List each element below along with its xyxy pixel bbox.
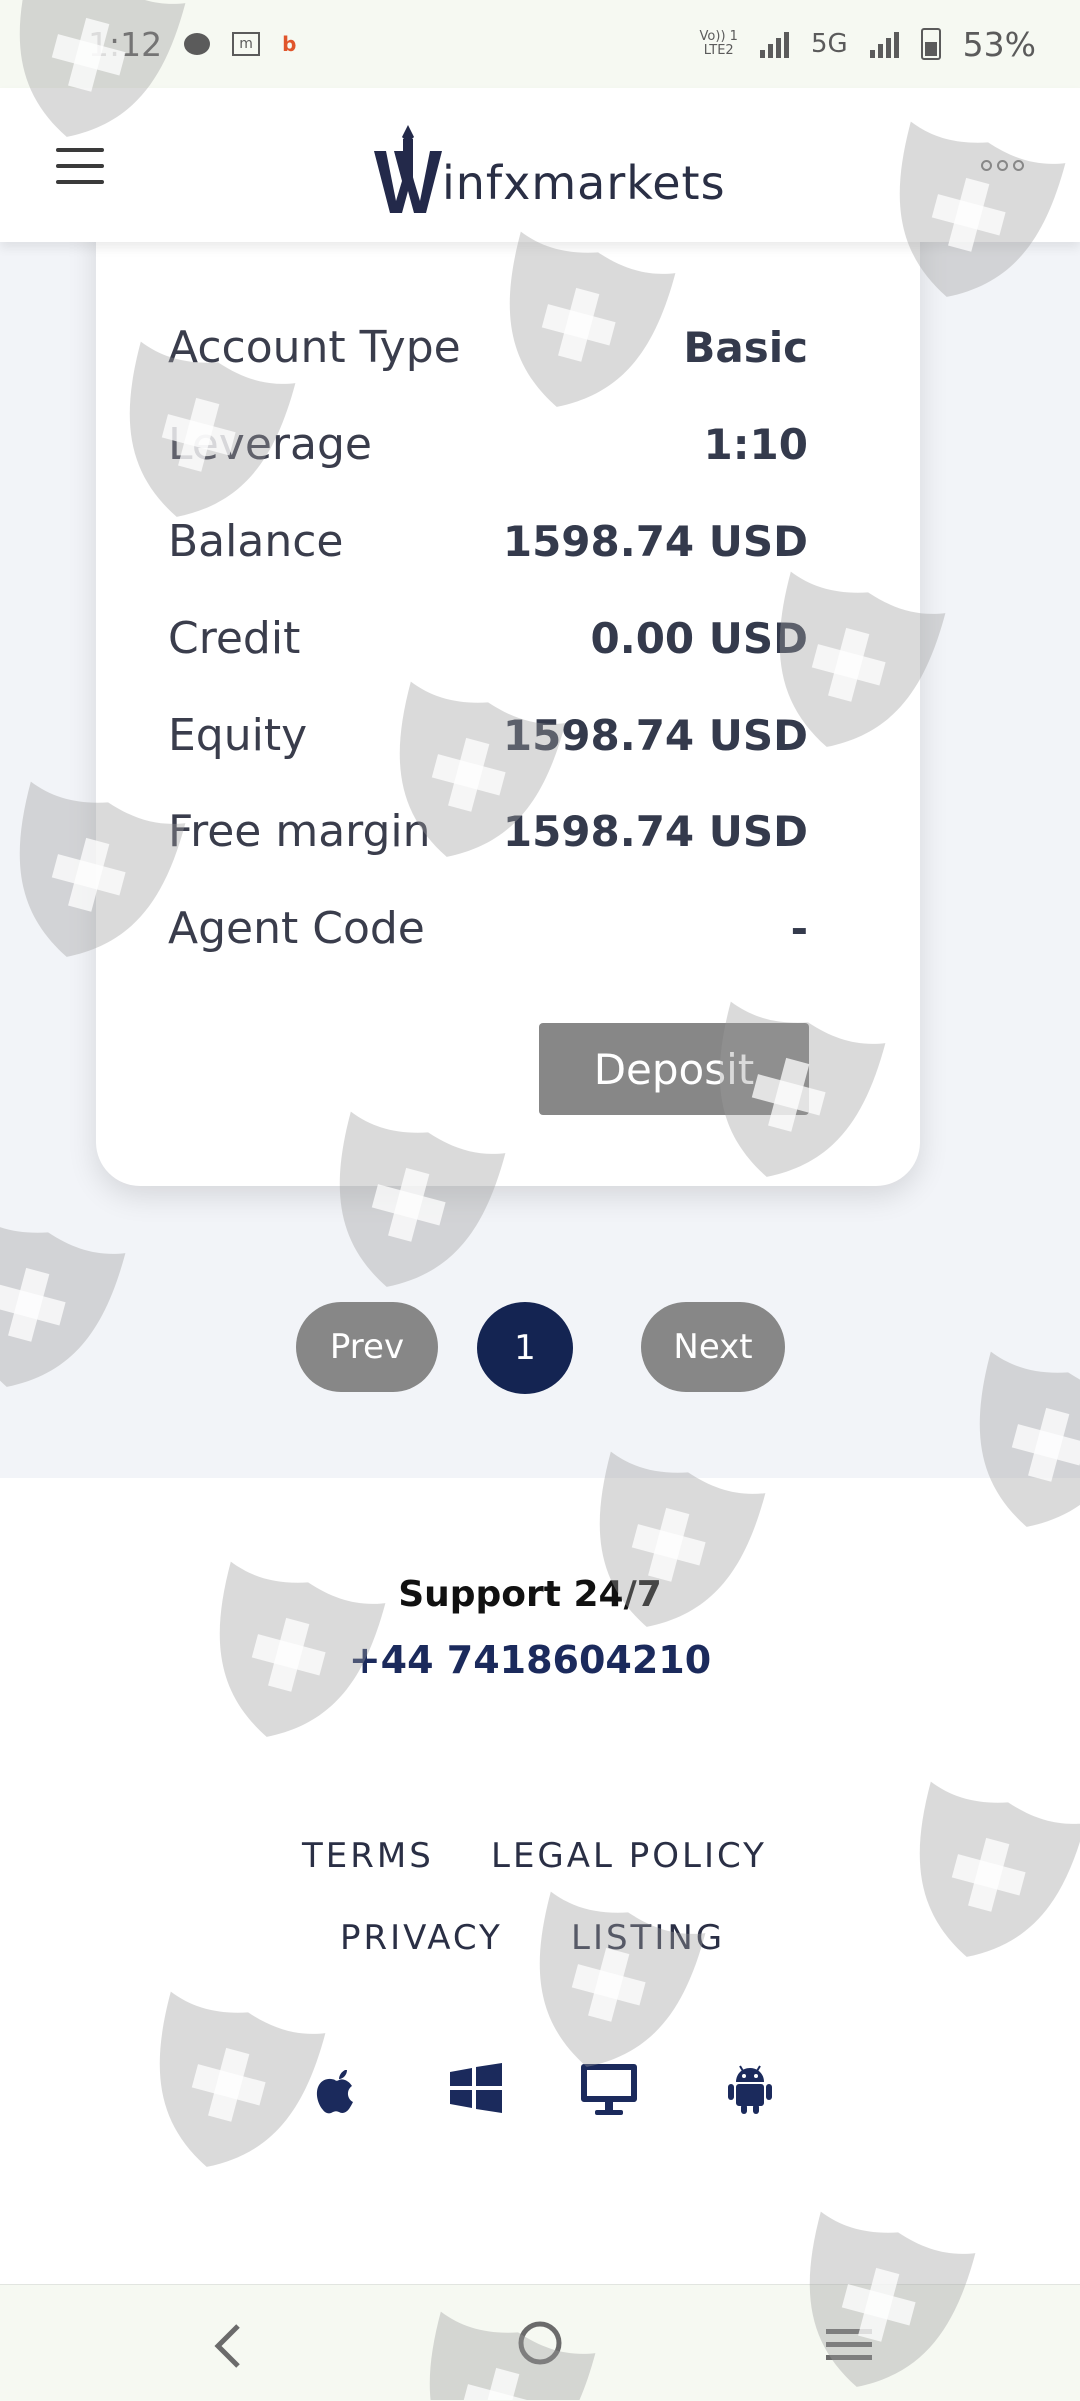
account-card: Account Type Basic Leverage 1:10 Balance… xyxy=(96,200,920,1186)
desktop-icon[interactable] xyxy=(579,2058,639,2118)
account-type-value: Basic xyxy=(683,322,808,372)
windows-icon[interactable] xyxy=(446,2058,506,2118)
volte-line-1: Vo)) 1 xyxy=(699,29,738,44)
leverage-value: 1:10 xyxy=(703,419,808,469)
android-icon[interactable] xyxy=(720,2058,780,2118)
support-title: Support 24/7 xyxy=(398,1574,662,1615)
credit-label: Credit xyxy=(168,612,301,664)
status-left: 1:12 m b xyxy=(88,25,306,64)
equity-value: 1598.74 USD xyxy=(502,710,808,760)
equity-label: Equity xyxy=(168,709,308,761)
apple-icon[interactable] xyxy=(305,2058,365,2118)
more-dots-icon[interactable] xyxy=(981,160,1024,171)
brand-w-icon xyxy=(374,125,442,213)
signal-strength-icon xyxy=(759,30,789,58)
leverage-label: Leverage xyxy=(168,418,372,470)
leverage-row: Leverage 1:10 xyxy=(168,409,808,479)
account-type-row: Account Type Basic xyxy=(168,312,808,382)
equity-row: Equity 1598.74 USD xyxy=(168,700,808,770)
terms-link[interactable]: TERMS xyxy=(302,1836,434,1876)
m-app-icon: m xyxy=(232,32,261,56)
b-app-icon: b xyxy=(282,32,297,56)
support-phone-link[interactable]: +44 7418604210 xyxy=(0,1638,1060,1682)
agent-code-label: Agent Code xyxy=(168,902,425,954)
status-bar: 1:12 m b Vo)) 1 LTE2 5G 53% xyxy=(0,0,1080,88)
balance-row: Balance 1598.74 USD xyxy=(168,506,808,576)
chat-bubble-icon xyxy=(184,33,211,55)
footer: Support 24/7 +44 7418604210 TERMS LEGAL … xyxy=(0,1478,1080,2284)
balance-value: 1598.74 USD xyxy=(502,516,808,566)
battery-icon xyxy=(920,28,941,60)
app-header: infxmarkets xyxy=(0,88,1080,242)
agent-code-row: Agent Code - xyxy=(168,893,808,963)
status-right: Vo)) 1 LTE2 5G 53% xyxy=(700,25,1036,64)
network-type: 5G xyxy=(810,29,848,59)
home-icon[interactable] xyxy=(516,2319,564,2367)
deposit-button[interactable]: Deposit xyxy=(539,1023,809,1115)
volte-indicator: Vo)) 1 LTE2 xyxy=(700,30,738,58)
privacy-link[interactable]: PRIVACY xyxy=(340,1918,503,1958)
status-time: 1:12 xyxy=(88,24,163,64)
credit-value: 0.00 USD xyxy=(590,613,808,663)
free-margin-row: Free margin 1598.74 USD xyxy=(168,796,808,866)
pagination: Prev 1 Next xyxy=(0,1302,1080,1394)
page-1-button[interactable]: 1 xyxy=(477,1302,573,1394)
system-nav-bar xyxy=(0,2284,1080,2401)
legal-policy-link[interactable]: LEGAL POLICY xyxy=(491,1836,767,1876)
signal-strength-icon-2 xyxy=(869,30,899,58)
free-margin-value: 1598.74 USD xyxy=(502,806,808,856)
agent-code-value: - xyxy=(790,903,808,953)
back-icon[interactable] xyxy=(208,2321,248,2371)
listing-link[interactable]: LISTING xyxy=(571,1918,725,1958)
next-button[interactable]: Next xyxy=(641,1302,785,1392)
brand-name: infxmarkets xyxy=(442,156,726,210)
brand-logo[interactable]: infxmarkets xyxy=(372,116,726,216)
credit-row: Credit 0.00 USD xyxy=(168,603,808,673)
volte-line-2: LTE2 xyxy=(703,43,734,58)
prev-button[interactable]: Prev xyxy=(296,1302,438,1392)
free-margin-label: Free margin xyxy=(168,805,431,857)
recents-icon[interactable] xyxy=(824,2325,874,2365)
balance-label: Balance xyxy=(168,515,344,567)
hamburger-menu-icon[interactable] xyxy=(56,148,104,184)
account-type-label: Account Type xyxy=(168,321,461,373)
battery-percent: 53% xyxy=(962,24,1036,64)
